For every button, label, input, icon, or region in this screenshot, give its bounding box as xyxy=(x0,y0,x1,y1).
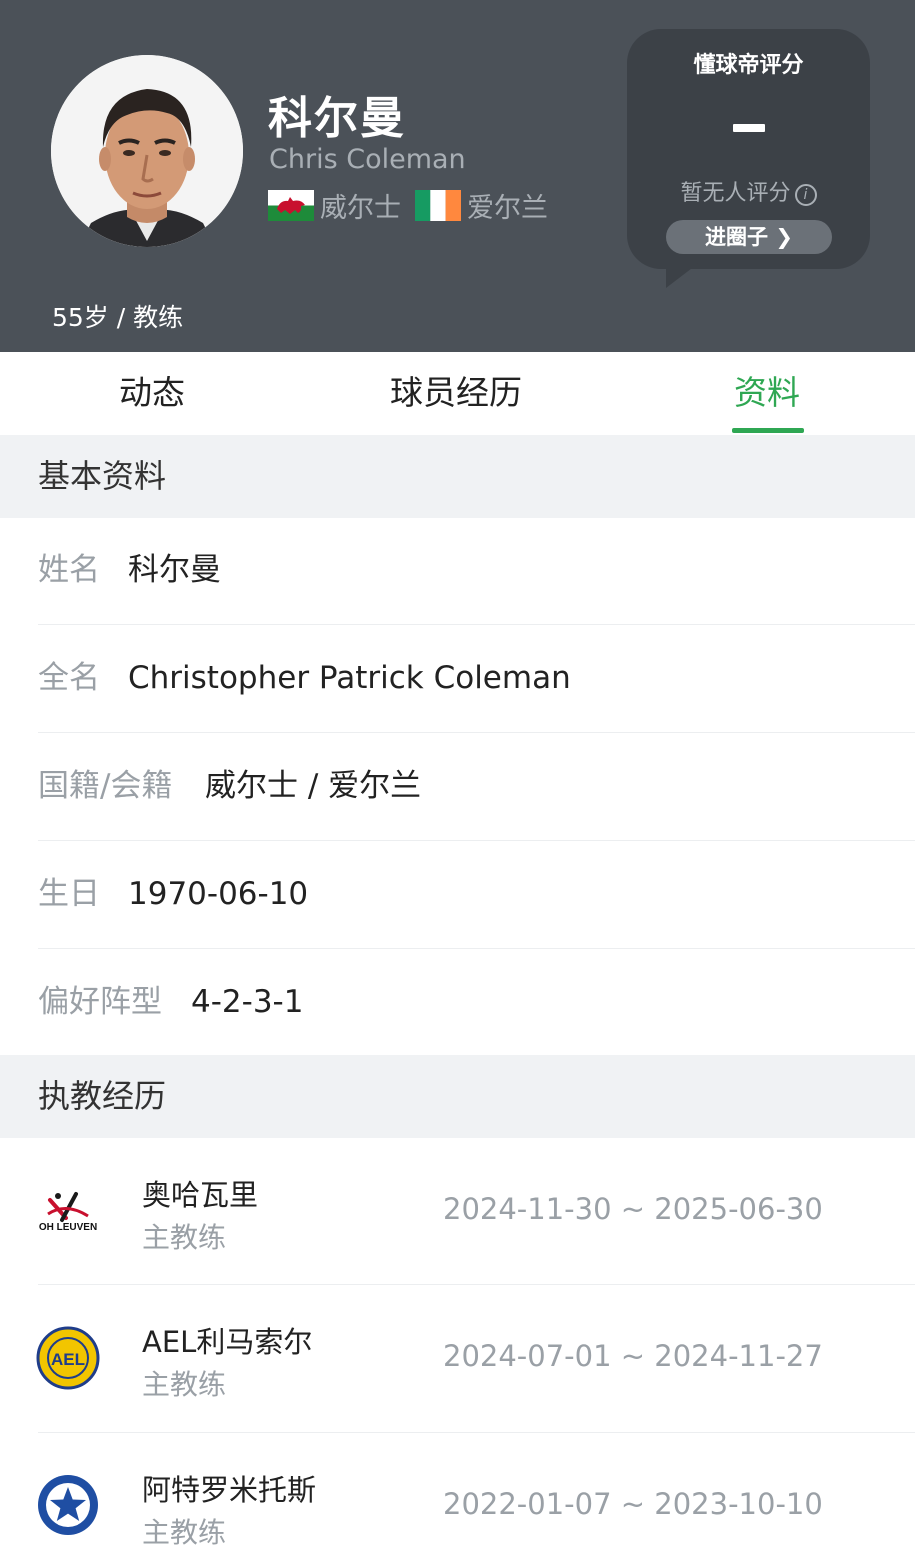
ireland-flag-icon xyxy=(415,189,461,221)
rating-card: 懂球帝评分 暂无人评分 i 进圈子 ❯ xyxy=(627,29,870,269)
age-role-text: 55岁 / 教练 xyxy=(52,303,184,332)
info-row-birthday: 生日 1970-06-10 xyxy=(0,841,915,949)
club-role: 主教练 xyxy=(142,1221,227,1254)
rating-title: 懂球帝评分 xyxy=(693,53,804,78)
info-value: 1970-06-10 xyxy=(128,876,309,912)
coach-name-en: Chris Coleman xyxy=(269,144,466,175)
club-dates: 2024-11-30 ~ 2025-06-30 xyxy=(443,1192,823,1226)
tab-feed[interactable]: 动态 xyxy=(119,352,185,435)
rating-subtitle: 暂无人评分 i xyxy=(627,175,870,207)
info-row-nationality: 国籍/会籍 威尔士 / 爱尔兰 xyxy=(0,733,915,841)
coaching-header: 执教经历 xyxy=(0,1055,915,1138)
coach-item[interactable]: 阿特罗米托斯 主教练 2022-01-07 ~ 2023-10-10 xyxy=(0,1433,915,1563)
ael-limassol-logo: AEL xyxy=(36,1326,100,1390)
info-row-fullname: 全名 Christopher Patrick Coleman xyxy=(0,625,915,733)
info-row-formation: 偏好阵型 4-2-3-1 xyxy=(0,949,915,1057)
tab-player-career[interactable]: 球员经历 xyxy=(390,352,522,435)
info-label: 国籍/会籍 xyxy=(38,768,173,804)
ael-logo-text: AEL xyxy=(51,1350,85,1369)
info-value: 4-2-3-1 xyxy=(191,984,304,1020)
join-circle-label: 进圈子 xyxy=(705,225,769,249)
coach-avatar xyxy=(51,55,243,247)
rating-subtitle-text: 暂无人评分 xyxy=(680,181,791,206)
join-circle-button[interactable]: 进圈子 ❯ xyxy=(666,220,832,254)
active-tab-indicator xyxy=(732,428,804,433)
club-role: 主教练 xyxy=(142,1368,227,1401)
oh-leuven-logo: OH LEUVEN xyxy=(36,1180,100,1244)
info-label: 姓名 xyxy=(38,552,100,588)
club-name: 阿特罗米托斯 xyxy=(142,1473,317,1507)
atromitos-logo xyxy=(36,1473,100,1537)
nationality-row: 威尔士 爱尔兰 xyxy=(268,188,562,224)
coaching-title: 执教经历 xyxy=(38,1077,167,1115)
info-icon[interactable]: i xyxy=(794,184,817,206)
info-value: 科尔曼 xyxy=(128,552,221,588)
coach-item[interactable]: OH LEUVEN 奥哈瓦里 主教练 2024-11-30 ~ 2025-06-… xyxy=(0,1138,915,1286)
info-row-name: 姓名 科尔曼 xyxy=(0,517,915,625)
club-dates: 2024-07-01 ~ 2024-11-27 xyxy=(443,1339,823,1373)
profile-header: 科尔曼 Chris Coleman 威尔士 爱尔兰 55岁 / 教练 懂球帝评分… xyxy=(0,0,915,352)
coach-name-cn: 科尔曼 xyxy=(268,93,406,144)
club-name: AEL利马索尔 xyxy=(142,1325,313,1359)
info-label: 全名 xyxy=(38,660,100,696)
info-label: 偏好阵型 xyxy=(38,984,162,1020)
basic-info-title: 基本资料 xyxy=(38,457,167,495)
chevron-right-icon: ❯ xyxy=(768,225,793,249)
oh-leuven-logo-text: OH LEUVEN xyxy=(38,1222,98,1233)
nationality-wales: 威尔士 xyxy=(320,192,401,224)
wales-flag-icon xyxy=(268,189,314,221)
info-value: 威尔士 / 爱尔兰 xyxy=(205,768,422,804)
basic-info-header: 基本资料 xyxy=(0,435,915,518)
club-name: 奥哈瓦里 xyxy=(142,1178,259,1212)
profile-tabs: 动态 球员经历 资料 xyxy=(0,352,915,435)
tab-profile[interactable]: 资料 xyxy=(734,352,800,435)
coach-item[interactable]: AEL AEL利马索尔 主教练 2024-07-01 ~ 2024-11-27 xyxy=(0,1285,915,1433)
info-label: 生日 xyxy=(38,876,100,912)
rating-card-tail xyxy=(666,262,700,288)
info-value: Christopher Patrick Coleman xyxy=(128,660,571,696)
club-dates: 2022-01-07 ~ 2023-10-10 xyxy=(443,1487,823,1521)
rating-score xyxy=(733,124,765,132)
nationality-ireland: 爱尔兰 xyxy=(467,192,548,224)
club-role: 主教练 xyxy=(142,1516,227,1549)
